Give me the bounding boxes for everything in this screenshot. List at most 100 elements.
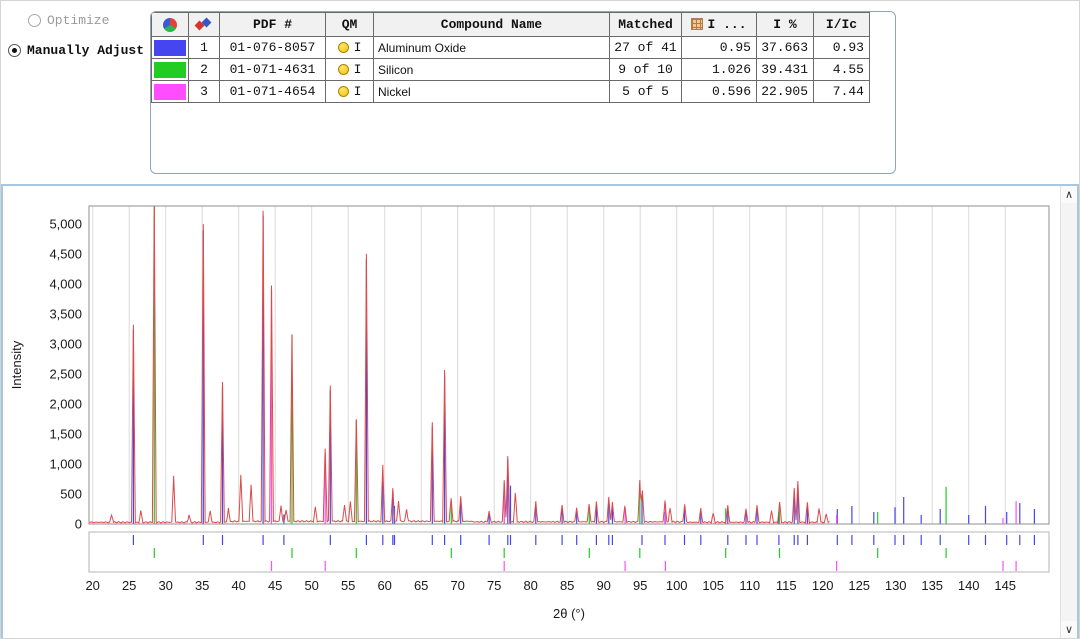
x-tick-label: 75 <box>487 578 501 593</box>
flags-icon <box>194 17 213 32</box>
pdf-number: 01-076-8057 <box>219 36 326 59</box>
vertical-scrollbar[interactable]: ∧ ∨ <box>1060 186 1077 638</box>
x-tick-label: 60 <box>377 578 391 593</box>
x-tick-label: 90 <box>596 578 610 593</box>
manually-adjust-radio[interactable]: Manually Adjust <box>8 43 144 58</box>
y-tick-label: 1,500 <box>49 427 82 442</box>
x-tick-label: 100 <box>666 578 688 593</box>
i-percent-column-header[interactable]: I % <box>756 12 814 37</box>
pdf-column-header[interactable]: PDF # <box>219 12 326 37</box>
matched-count: 9 of 10 <box>609 58 682 81</box>
x-tick-label: 140 <box>958 578 980 593</box>
scrollbar-track[interactable] <box>1061 203 1077 621</box>
qm-indicator-icon <box>337 64 349 75</box>
flags-column-header[interactable] <box>188 12 220 37</box>
x-tick-label: 20 <box>85 578 99 593</box>
phase-table-box: PDF # QM Compound Name Matched I ... I %… <box>150 11 896 174</box>
i-estimate-value: 1.026 <box>681 58 757 81</box>
optimize-radio[interactable]: Optimize <box>28 13 109 28</box>
diffraction-pattern <box>89 205 830 525</box>
color-column-header[interactable] <box>151 12 189 37</box>
qm-value: I <box>353 40 362 55</box>
plot-border <box>88 205 1050 525</box>
y-tick-label: 500 <box>60 487 82 502</box>
phase-color-swatch[interactable] <box>154 61 186 78</box>
y-tick-label: 5,000 <box>49 217 82 232</box>
phase-row-silicon[interactable]: 2 01-071-4631 I Silicon 9 of 10 1.026 39… <box>151 58 870 81</box>
x-tick-label: 125 <box>848 578 870 593</box>
phase-row-nickel[interactable]: 3 01-071-4654 I Nickel 5 of 5 0.596 22.9… <box>151 80 870 103</box>
x-tick-label: 25 <box>122 578 136 593</box>
y-tick-label: 1,000 <box>49 457 82 472</box>
radio-unchecked-icon <box>28 14 41 27</box>
arrow-up-icon: ∧ <box>1064 189 1074 201</box>
x-tick-label: 45 <box>268 578 282 593</box>
x-tick-label: 50 <box>304 578 318 593</box>
i-ic-value: 7.44 <box>813 80 870 103</box>
x-tick-label: 85 <box>560 578 574 593</box>
sphere-icon <box>163 17 177 32</box>
xrd-plot-panel: 0 500 1,000 1,500 2,000 2,500 3,000 3,500 4,000 4… <box>1 184 1079 638</box>
x-tick-label: 145 <box>994 578 1016 593</box>
matched-count: 5 of 5 <box>609 80 682 103</box>
phase-row-aluminum-oxide[interactable]: 1 01-076-8057 I Aluminum Oxide 27 of 41 … <box>151 36 870 59</box>
qm-indicator-icon <box>337 86 349 97</box>
matched-count: 27 of 41 <box>609 36 682 59</box>
compound-column-header[interactable]: Compound Name <box>373 12 610 37</box>
radio-checked-icon <box>8 44 21 57</box>
y-tick-label: 0 <box>75 517 82 532</box>
x-axis-title: 2θ (°) <box>553 606 585 621</box>
y-tick-label: 4,000 <box>49 277 82 292</box>
pdf-number: 01-071-4631 <box>219 58 326 81</box>
compound-name: Silicon <box>373 58 610 81</box>
qm-value: I <box>353 84 362 99</box>
i-ic-value: 0.93 <box>813 36 870 59</box>
i-estimate-value: 0.95 <box>681 36 757 59</box>
scroll-up-button[interactable]: ∧ <box>1061 186 1077 203</box>
scroll-down-button[interactable]: ∨ <box>1061 621 1077 638</box>
qm-cell: I <box>325 58 374 81</box>
x-tick-label: 65 <box>414 578 428 593</box>
grid-icon <box>691 18 704 30</box>
x-tick-label: 115 <box>776 578 797 593</box>
x-tick-label: 135 <box>921 578 943 593</box>
pdf-number: 01-071-4654 <box>219 80 326 103</box>
i-estimate-value: 0.596 <box>681 80 757 103</box>
phase-table-header-row: PDF # QM Compound Name Matched I ... I %… <box>151 12 870 37</box>
qm-value: I <box>353 62 362 77</box>
phase-control-panel: Optimize Manually Adjust PDF # QM Compou… <box>1 1 1079 184</box>
x-tick-label: 120 <box>812 578 834 593</box>
i-ic-column-header[interactable]: I/Ic <box>813 12 870 37</box>
row-number: 1 <box>188 36 220 59</box>
x-tick-label: 95 <box>633 578 647 593</box>
x-tick-label: 55 <box>341 578 355 593</box>
x-tick-label: 70 <box>450 578 464 593</box>
y-tick-label: 2,500 <box>49 367 82 382</box>
app-window: Optimize Manually Adjust PDF # QM Compou… <box>0 0 1080 639</box>
y-axis-title: Intensity <box>9 340 24 389</box>
x-tick-label: 40 <box>231 578 245 593</box>
phase-color-swatch[interactable] <box>154 39 186 56</box>
x-tick-label: 80 <box>523 578 537 593</box>
compound-name: Nickel <box>373 80 610 103</box>
qm-indicator-icon <box>337 42 349 53</box>
xrd-plot-svg[interactable]: 0 500 1,000 1,500 2,000 2,500 3,000 3,500 4,000 4… <box>5 188 1061 636</box>
phase-color-swatch[interactable] <box>154 83 186 100</box>
x-tick-label: 30 <box>158 578 172 593</box>
qm-cell: I <box>325 80 374 103</box>
i-percent-value: 22.905 <box>756 80 814 103</box>
matched-column-header[interactable]: Matched <box>609 12 682 37</box>
x-tick-label: 35 <box>195 578 209 593</box>
i-estimate-header-label: I ... <box>707 17 747 32</box>
qm-column-header[interactable]: QM <box>325 12 374 37</box>
manually-adjust-label: Manually Adjust <box>27 43 145 58</box>
x-tick-label: 105 <box>702 578 724 593</box>
i-percent-value: 37.663 <box>756 36 814 59</box>
phase-table: PDF # QM Compound Name Matched I ... I %… <box>151 12 870 103</box>
qm-cell: I <box>325 36 374 59</box>
x-tick-label: 110 <box>739 578 760 593</box>
i-ic-value: 4.55 <box>813 58 870 81</box>
i-estimate-column-header[interactable]: I ... <box>681 12 757 37</box>
row-number: 2 <box>188 58 220 81</box>
y-tick-label: 3,000 <box>49 337 82 352</box>
